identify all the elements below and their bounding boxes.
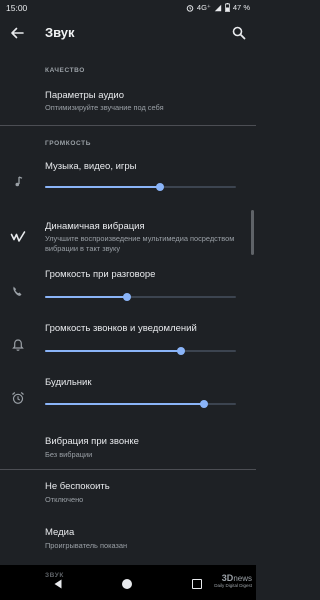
media-title: Медиа [45, 527, 75, 538]
slider-fill [45, 186, 160, 188]
nav-back-icon[interactable] [52, 578, 64, 590]
vibration-icon [10, 231, 26, 242]
media-volume-title: Музыка, видео, игры [45, 161, 137, 172]
dynamic-vibration-title: Динамичная вибрация [45, 221, 145, 232]
alarm-volume-title: Будильник [45, 377, 92, 388]
scrollbar[interactable] [251, 210, 254, 255]
vibrate-on-ring-title: Вибрация при звонке [45, 436, 139, 447]
network-type: 4G⁺ [196, 3, 211, 12]
bell-icon [12, 339, 24, 351]
call-volume-title: Громкость при разговоре [45, 269, 156, 280]
do-not-disturb-title: Не беспокоить [45, 481, 110, 492]
signal-icon [214, 4, 222, 11]
call-volume-slider[interactable] [45, 292, 236, 302]
slider-thumb[interactable] [176, 347, 185, 355]
watermark-logo: 3Dnews Daily Digital Digest [214, 574, 252, 589]
ring-volume-title: Громкость звонков и уведомлений [45, 323, 197, 334]
battery-percent: 47 % [232, 3, 250, 12]
section-divider [0, 469, 256, 470]
battery-icon [224, 3, 230, 12]
audio-params-title: Параметры аудио [45, 90, 125, 101]
nav-recents-icon[interactable] [192, 579, 202, 589]
alarm-status-icon [186, 4, 194, 12]
watermark-tagline: Daily Digital Digest [214, 583, 252, 588]
audio-params-summary: Оптимизируйте звучание под себя [45, 103, 164, 112]
alarm-clock-icon [12, 392, 24, 404]
slider-fill [45, 403, 204, 405]
section-header-quality: КАЧЕСТВО [45, 67, 85, 74]
status-bar: 15:00 4G⁺ 47 % [0, 0, 256, 16]
page-title: Звук [45, 25, 75, 40]
do-not-disturb-summary: Отключено [45, 495, 84, 504]
slider-fill [45, 350, 181, 352]
section-header-volume: ГРОМКОСТЬ [45, 140, 92, 147]
vibrate-on-ring-summary: Без вибрации [45, 450, 93, 459]
media-volume-slider[interactable] [45, 182, 236, 192]
ring-volume-slider[interactable] [45, 346, 236, 356]
dynamic-vibration-summary: Улучшите воспроизведение мультимедиа пос… [45, 234, 235, 253]
status-indicators: 4G⁺ 47 % [186, 3, 250, 12]
slider-thumb[interactable] [155, 183, 164, 191]
media-summary: Проигрыватель показан [45, 541, 128, 550]
navigation-bar: ЗВУК 3Dnews Daily Digital Digest [0, 565, 256, 600]
phone-icon [13, 286, 22, 296]
search-icon[interactable] [228, 22, 250, 44]
app-toolbar: Звук [0, 16, 256, 50]
back-arrow-icon[interactable] [6, 22, 28, 44]
alarm-volume-slider[interactable] [45, 399, 236, 409]
status-time: 15:00 [6, 3, 28, 13]
slider-thumb[interactable] [123, 293, 132, 301]
nav-home-icon[interactable] [122, 579, 132, 589]
section-divider [0, 125, 256, 126]
slider-thumb[interactable] [199, 400, 208, 408]
slider-fill [45, 296, 128, 298]
music-note-icon [15, 176, 23, 187]
